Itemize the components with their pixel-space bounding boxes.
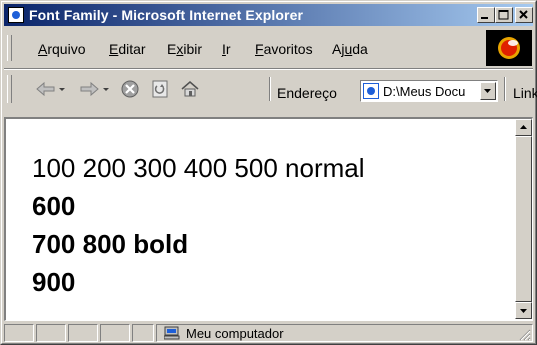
text-line-normal: 100 200 300 400 500 normal [32, 153, 365, 183]
text-line-bold: 700 800 bold [32, 229, 189, 259]
menu-ajuda[interactable]: Ajuda [332, 41, 368, 57]
refresh-button[interactable] [150, 79, 170, 99]
page-content: 100 200 300 400 500 normal 600 700 800 b… [6, 119, 514, 319]
title-bar[interactable]: Font Family - Microsoft Internet Explore… [4, 4, 533, 26]
ie-logo-icon [498, 37, 520, 59]
stop-button[interactable] [120, 79, 140, 99]
stop-icon [121, 80, 139, 98]
menu-ir[interactable]: Ir [222, 41, 231, 57]
scroll-thumb[interactable] [515, 136, 532, 302]
scroll-down-button[interactable] [515, 302, 532, 319]
chevron-down-icon [484, 89, 491, 93]
menubar-divider [4, 68, 533, 70]
close-icon [519, 10, 528, 19]
toolbar-grip[interactable] [7, 75, 12, 103]
minimize-icon [481, 17, 488, 19]
address-value[interactable]: D:\Meus Docu [383, 84, 475, 99]
menu-favoritos[interactable]: Favoritos [255, 41, 313, 57]
scroll-up-button[interactable] [515, 119, 532, 136]
window-title: Font Family - Microsoft Internet Explore… [29, 7, 304, 23]
menu-editar[interactable]: Editar [109, 41, 146, 57]
maximize-button[interactable] [495, 7, 513, 23]
menu-exibir[interactable]: Exibir [167, 41, 202, 57]
toolbar-separator [269, 77, 271, 101]
status-bar: Meu computador [4, 323, 533, 343]
address-field[interactable]: D:\Meus Docu [360, 80, 498, 102]
content-frame: 100 200 300 400 500 normal 600 700 800 b… [4, 117, 533, 321]
menu-arquivo[interactable]: Arquivo [38, 41, 85, 57]
text-line-900: 900 [32, 267, 76, 297]
home-button[interactable] [180, 79, 200, 99]
forward-arrow-icon [80, 81, 109, 97]
status-panel [68, 324, 98, 342]
minimize-button[interactable] [477, 7, 495, 23]
toolbar: Endereço D:\Meus Docu Links [4, 71, 537, 107]
browser-window: Font Family - Microsoft Internet Explore… [0, 0, 537, 345]
maximize-icon [498, 10, 509, 20]
arrow-down-icon [520, 309, 527, 313]
resize-grip-icon[interactable] [519, 329, 531, 341]
menu-bar: Arquivo Editar Exibir Ir Favoritos Ajuda [4, 29, 533, 67]
page-icon [363, 83, 379, 99]
vertical-scrollbar[interactable] [515, 119, 532, 319]
back-arrow-icon [36, 81, 65, 97]
status-panel [132, 324, 154, 342]
address-dropdown-button[interactable] [480, 82, 496, 100]
refresh-icon [152, 80, 168, 98]
window-icon[interactable] [8, 7, 24, 23]
back-button[interactable] [34, 79, 65, 99]
computer-icon [164, 326, 180, 340]
close-button[interactable] [515, 7, 533, 23]
status-panel [36, 324, 66, 342]
forward-button[interactable] [78, 79, 109, 99]
links-button[interactable]: Links [513, 85, 537, 101]
arrow-up-icon [520, 125, 527, 129]
status-zone-text: Meu computador [186, 326, 284, 341]
text-line-600: 600 [32, 191, 76, 221]
menubar-grip[interactable] [7, 35, 12, 61]
address-label: Endereço [277, 85, 337, 101]
status-panel [100, 324, 130, 342]
ie-logo [486, 30, 532, 66]
home-icon [181, 81, 199, 97]
status-panel-progress [4, 324, 34, 342]
links-separator [504, 77, 506, 101]
